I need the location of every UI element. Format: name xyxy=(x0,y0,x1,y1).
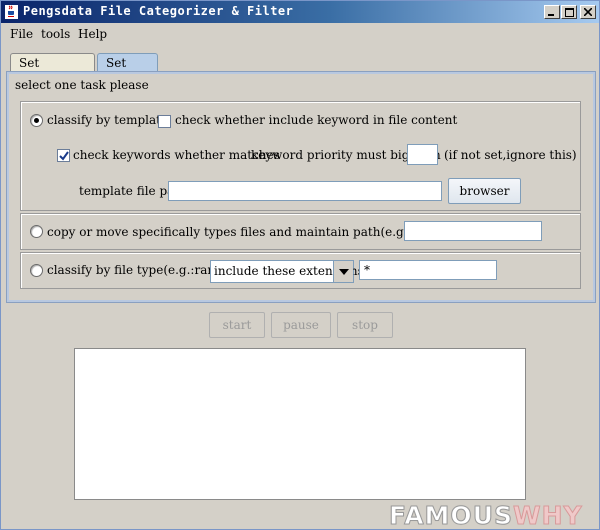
pause-button[interactable]: pause xyxy=(271,312,331,338)
template-radio[interactable] xyxy=(30,114,43,127)
priority-input[interactable] xyxy=(407,144,438,165)
menu-file[interactable]: File xyxy=(10,27,33,41)
output-log[interactable] xyxy=(74,348,526,500)
maximize-icon xyxy=(564,7,574,17)
extensions-input[interactable]: * xyxy=(359,260,497,280)
watermark-famous: FAMOUS xyxy=(389,500,513,530)
task-prompt: select one task please xyxy=(15,78,149,92)
watermark-why: WHY xyxy=(513,500,583,530)
copy-move-input[interactable] xyxy=(404,221,542,241)
tab-set-directory[interactable]: Set Directory xyxy=(10,53,95,84)
minimize-icon xyxy=(548,14,554,16)
maximize-button[interactable] xyxy=(561,5,577,19)
file-type-radio[interactable] xyxy=(30,264,43,277)
browse-button[interactable]: browser xyxy=(448,178,521,204)
content-keyword-label: check whether include keyword in file co… xyxy=(175,113,458,127)
app-window: Pengsdata File Categorizer & Filter File… xyxy=(0,0,600,530)
check-icon xyxy=(59,151,69,161)
menu-tools[interactable]: tools xyxy=(41,27,70,41)
copy-move-radio[interactable] xyxy=(30,225,43,238)
java-cup-icon xyxy=(5,5,18,19)
close-button[interactable] xyxy=(580,5,596,19)
priority-hint: (if not set,ignore this) xyxy=(444,148,577,162)
stop-button[interactable]: stop xyxy=(337,312,393,338)
start-button[interactable]: start xyxy=(209,312,265,338)
close-icon xyxy=(584,8,592,16)
chevron-down-icon xyxy=(338,268,349,275)
dropdown-arrow[interactable] xyxy=(333,261,353,282)
watermark-logo: FAMOUS WHY xyxy=(389,500,599,530)
extension-mode-select[interactable]: include these extensions xyxy=(210,260,364,283)
template-path-input[interactable] xyxy=(168,181,442,201)
keyword-match-checkbox[interactable] xyxy=(57,149,70,162)
menu-help[interactable]: Help xyxy=(78,27,107,41)
menu-bar: File tools Help xyxy=(1,25,599,45)
window-title: Pengsdata File Categorizer & Filter xyxy=(23,4,294,18)
minimize-button[interactable] xyxy=(544,5,560,19)
keyword-match-label: check keywords whether matches xyxy=(73,148,280,162)
content-keyword-checkbox[interactable] xyxy=(158,115,171,128)
template-radio-label: classify by template xyxy=(47,113,169,127)
tab-set-task[interactable]: Set Task xyxy=(97,53,158,84)
title-bar[interactable]: Pengsdata File Categorizer & Filter xyxy=(1,1,599,23)
